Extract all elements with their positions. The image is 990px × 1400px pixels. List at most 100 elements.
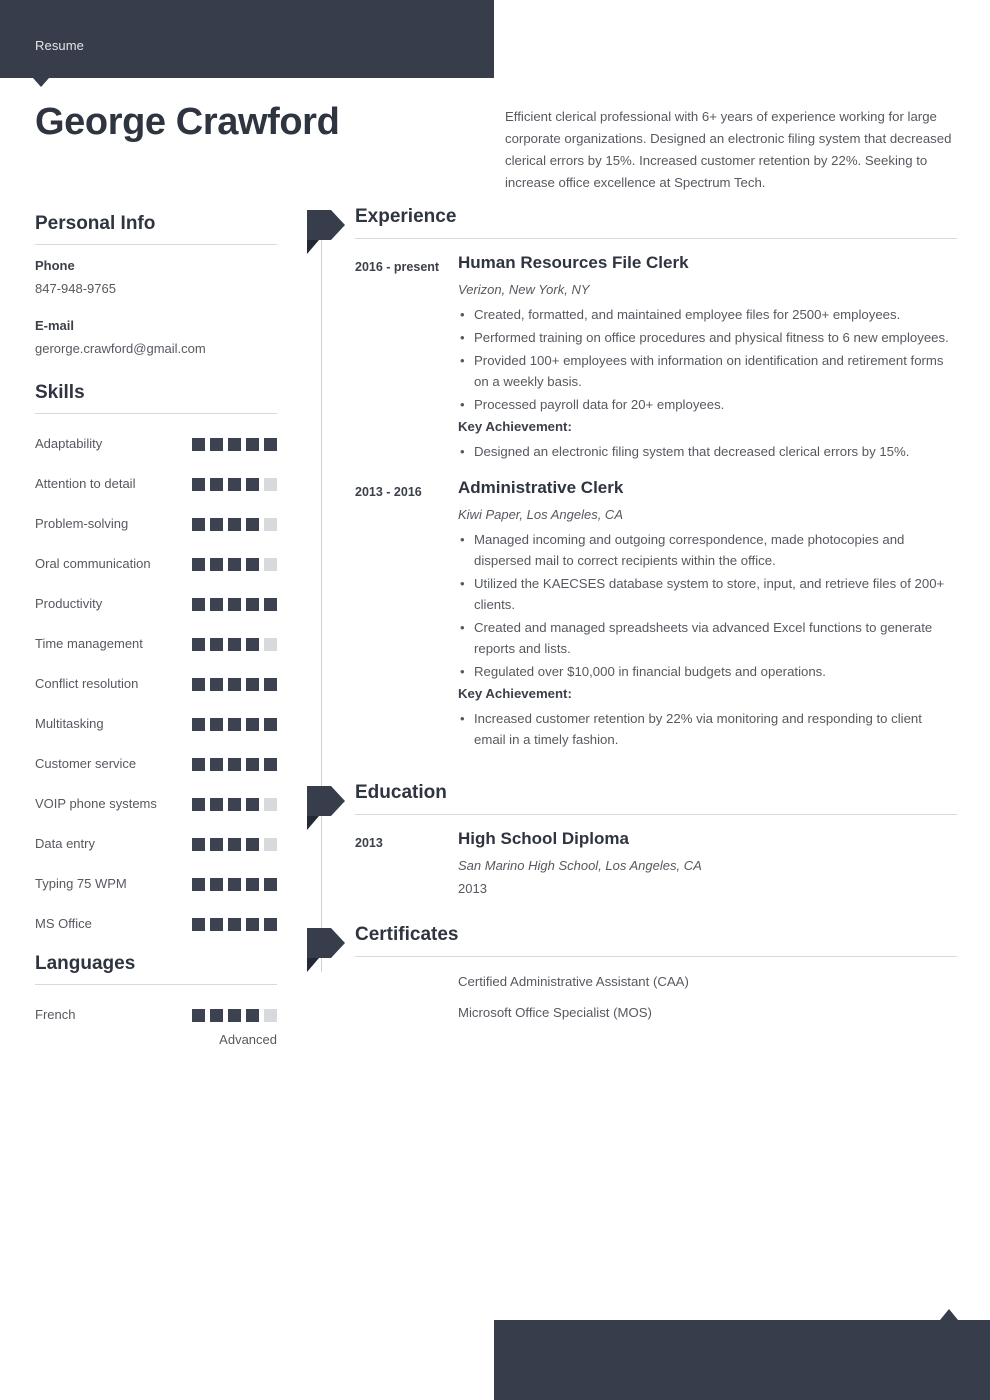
rating-dot [246, 718, 259, 731]
rating-dot [228, 638, 241, 651]
responsibility-list: Created, formatted, and maintained emplo… [458, 304, 957, 415]
skill-label: MS Office [35, 916, 92, 931]
rating-dot [264, 558, 277, 571]
rating-dots [192, 433, 277, 451]
rating-dot [246, 838, 259, 851]
rating-dot [246, 638, 259, 651]
experience-entries: 2016 - present Human Resources File Clerk… [321, 253, 957, 752]
key-achievement-label: Key Achievement: [458, 686, 572, 701]
rating-dots [192, 673, 277, 691]
rating-dot [246, 438, 259, 451]
rating-dot [210, 478, 223, 491]
education-section: Education 2013 High School Diploma San Mar… [307, 782, 957, 896]
entry-body: Human Resources File Clerk Verizon, New Y… [458, 253, 957, 464]
rating-dot [192, 638, 205, 651]
rating-dot [228, 718, 241, 731]
key-achievement-item: Increased customer retention by 22% via … [458, 708, 957, 750]
rating-dot [192, 838, 205, 851]
rating-dot [246, 918, 259, 931]
top-bar-notch-icon [33, 78, 49, 87]
skill-label: Attention to detail [35, 476, 136, 491]
skill-row: Customer service [35, 753, 277, 775]
rating-dot [192, 438, 205, 451]
responsibility-item: Regulated over $10,000 in financial budg… [458, 661, 957, 682]
education-divider [355, 814, 957, 815]
rating-dot [264, 478, 277, 491]
rating-dot [264, 1009, 277, 1022]
rating-dot [210, 1009, 223, 1022]
job-title: Human Resources File Clerk [458, 253, 689, 272]
job-title: Administrative Clerk [458, 478, 624, 497]
rating-dot [210, 758, 223, 771]
certificates-heading: Certificates [355, 924, 459, 945]
rating-dot [192, 558, 205, 571]
certificate-item: Microsoft Office Specialist (MOS) [458, 1005, 652, 1020]
rating-dot [228, 758, 241, 771]
language-proficiency: Advanced [219, 1032, 277, 1047]
certificate-item: Certified Administrative Assistant (CAA) [458, 974, 689, 989]
education-entry: 2013 High School Diploma San Marino High S… [321, 829, 957, 896]
certificates-list: Certified Administrative Assistant (CAA)… [458, 974, 957, 1020]
skill-row: Oral communication [35, 553, 277, 575]
rating-dots [192, 553, 277, 571]
skill-row: Adaptability [35, 433, 277, 455]
email-label: E-mail [35, 318, 75, 333]
phone-label: Phone [35, 258, 75, 273]
rating-dot [246, 678, 259, 691]
key-achievement-label: Key Achievement: [458, 419, 572, 434]
rating-dot [264, 438, 277, 451]
rating-dot [246, 1009, 259, 1022]
rating-dot [246, 878, 259, 891]
rating-dot [210, 438, 223, 451]
skill-row: Problem-solving [35, 513, 277, 535]
rating-dots [192, 1004, 277, 1022]
rating-dot [228, 558, 241, 571]
rating-dot [228, 918, 241, 931]
rating-dot [264, 518, 277, 531]
skill-label: Time management [35, 636, 143, 651]
rating-dot [246, 518, 259, 531]
experience-entry: 2016 - present Human Resources File Clerk… [321, 253, 957, 464]
flag-marker-icon [307, 786, 345, 830]
resume-page: Resume George Crawford Efficient clerica… [0, 0, 990, 1400]
key-achievement-list: Designed an electronic filing system tha… [458, 441, 957, 462]
responsibility-item: Managed incoming and outgoing correspond… [458, 529, 957, 571]
personal-info-heading: Personal Info [35, 213, 156, 234]
rating-dot [210, 558, 223, 571]
rating-dot [210, 598, 223, 611]
entry-date: 2013 - 2016 [355, 485, 422, 499]
responsibility-list: Managed incoming and outgoing correspond… [458, 529, 957, 682]
experience-section: Experience 2016 - present Human Resources… [307, 206, 957, 752]
rating-dot [228, 678, 241, 691]
languages-list: French Advanced [35, 1004, 277, 1047]
rating-dot [192, 718, 205, 731]
rating-dots [192, 753, 277, 771]
skills-divider [35, 413, 277, 414]
degree-title: High School Diploma [458, 829, 629, 848]
skill-label: VOIP phone systems [35, 796, 157, 811]
job-company-location: Verizon, New York, NY [458, 282, 590, 297]
rating-dot [192, 918, 205, 931]
rating-dot [246, 558, 259, 571]
skill-label: Typing 75 WPM [35, 876, 127, 891]
rating-dot [210, 718, 223, 731]
rating-dot [192, 758, 205, 771]
languages-section: Languages French Advanced [35, 953, 277, 1047]
language-item: French Advanced [35, 1004, 277, 1047]
rating-dots [192, 873, 277, 891]
skill-label: Productivity [35, 596, 103, 611]
certificates-section: Certificates Certified Administrative As… [307, 924, 957, 1020]
phone-value: 847-948-9765 [35, 281, 116, 296]
rating-dot [246, 478, 259, 491]
rating-dot [264, 718, 277, 731]
main-content: Experience 2016 - present Human Resources… [307, 206, 957, 1036]
bottom-bar-notch-icon [940, 1309, 958, 1320]
rating-dot [192, 1009, 205, 1022]
experience-divider [355, 238, 957, 239]
left-sidebar: Personal Info Phone 847-948-9765 E-mail … [35, 213, 277, 1047]
rating-dot [228, 478, 241, 491]
rating-dot [264, 678, 277, 691]
graduation-year: 2013 [458, 881, 487, 896]
top-decor-bar: Resume [0, 0, 494, 78]
skill-row: Conflict resolution [35, 673, 277, 695]
